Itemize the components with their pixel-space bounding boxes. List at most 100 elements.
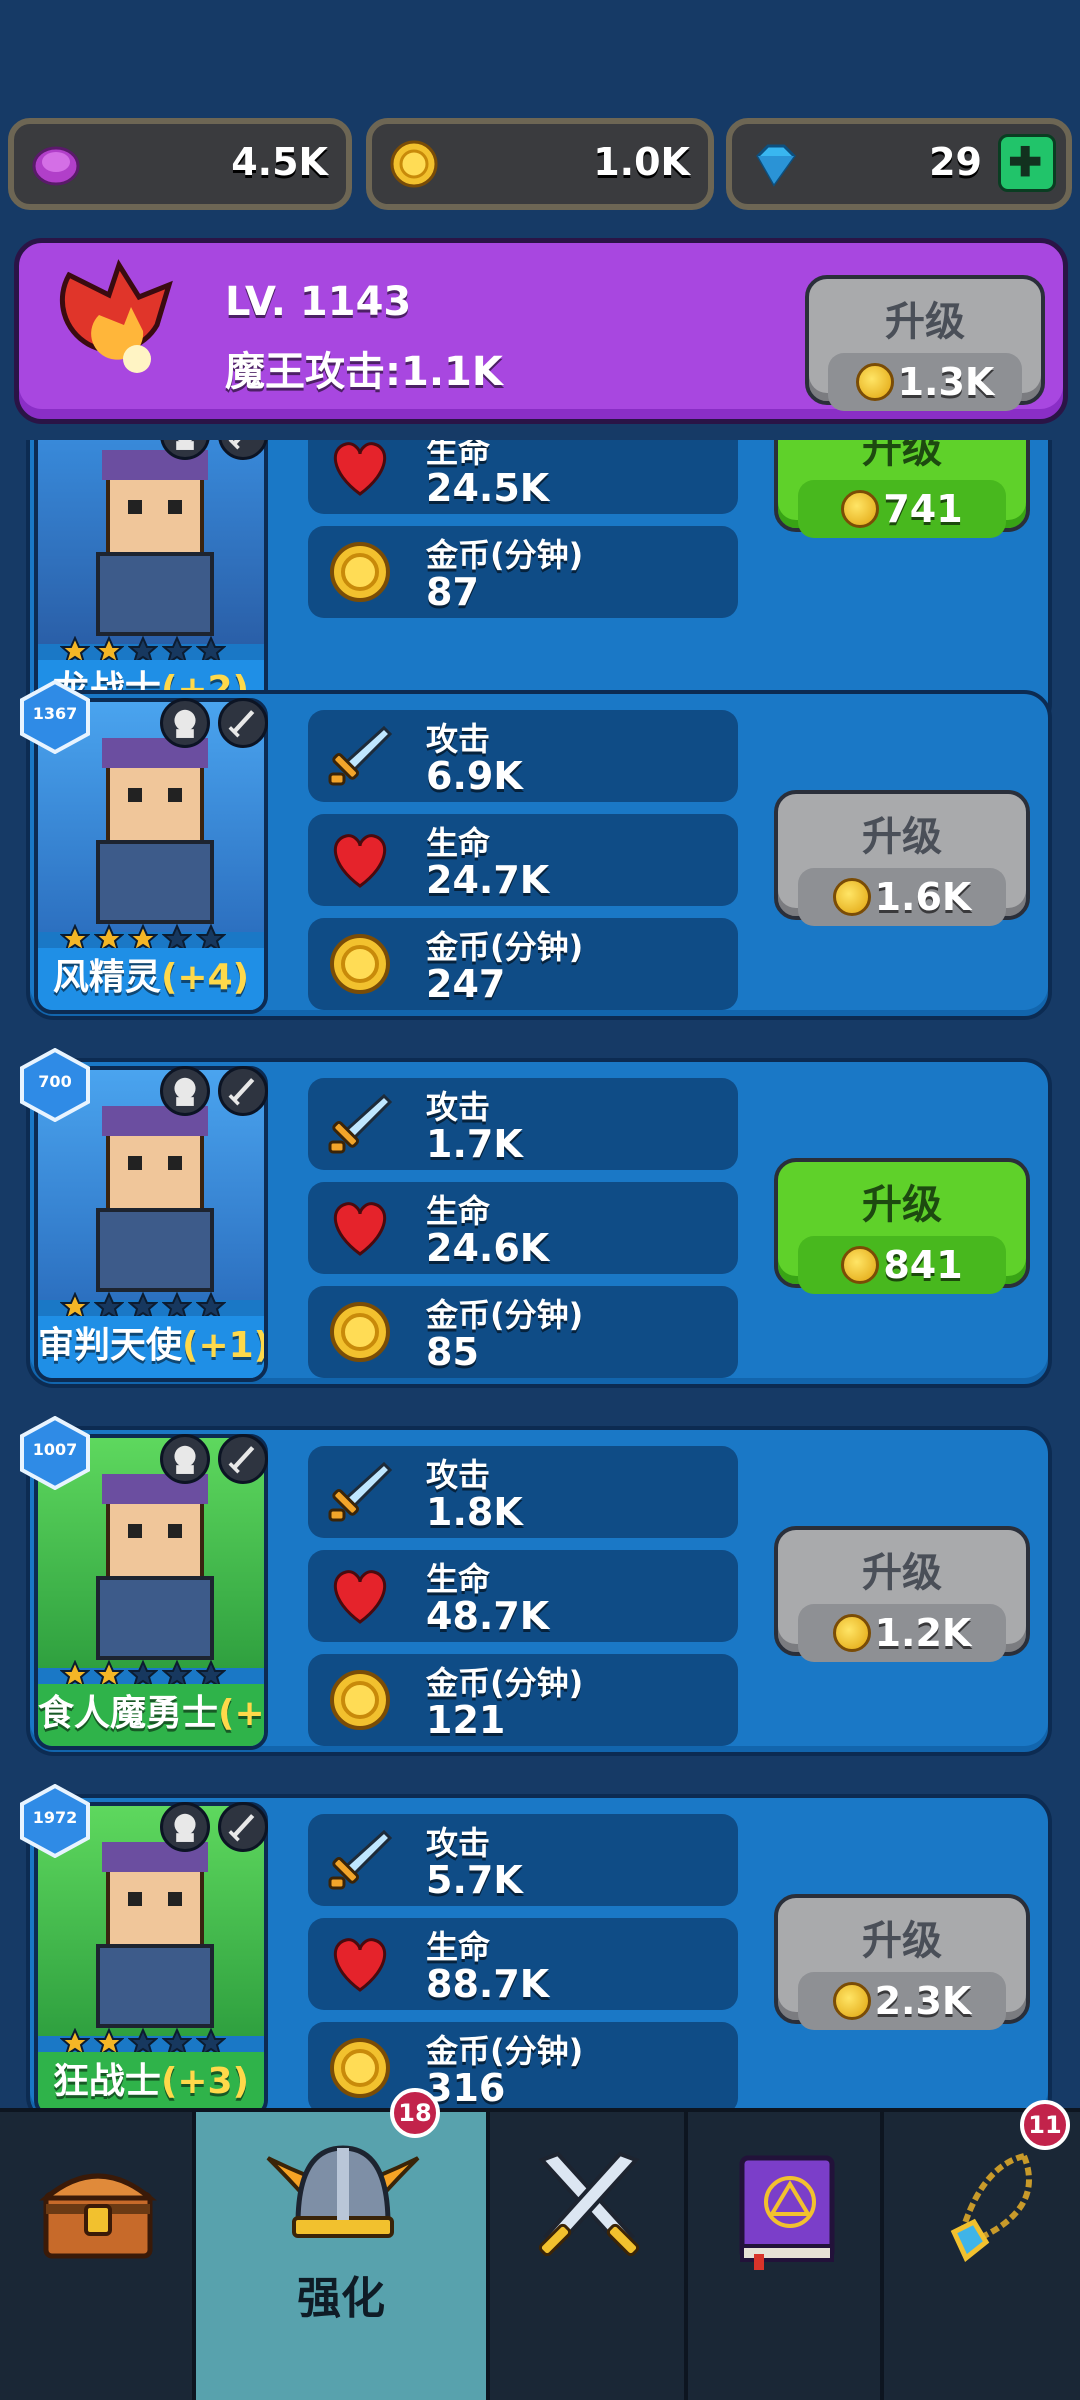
tab-upgrade-label: 强化 [297, 2273, 385, 2324]
boss-level: LV. 1143 [225, 279, 412, 325]
stat-value: 247 [426, 962, 506, 1006]
hero-weapon-icon[interactable] [218, 698, 268, 748]
upgrade-cost: 1.3K [897, 360, 995, 404]
boss-panel: LV. 1143 魔王攻击:1.1K 升级 1.3K [14, 238, 1068, 424]
heart-icon [333, 1938, 387, 1992]
gold-coin-icon [330, 2038, 390, 2098]
stat-gold: 金币(分钟) 316 [308, 2022, 738, 2110]
stat-value: 5.7K [426, 1858, 523, 1902]
stat-value: 24.5K [426, 466, 550, 510]
hero-name-text: 审判天使 [38, 1325, 183, 1366]
coin-icon [841, 1246, 880, 1284]
heart-icon [333, 834, 387, 888]
stat-value: 88.7K [426, 1962, 550, 2006]
stat-value: 1.7K [426, 1122, 523, 1166]
upgrade-label: 升级 [862, 1918, 942, 1964]
tab-upgrade[interactable]: 强化 18 [196, 2088, 490, 2400]
upgrade-label: 升级 [862, 814, 942, 860]
add-gem-button[interactable] [998, 134, 1056, 192]
hero-class-icon[interactable] [160, 698, 210, 748]
hero-class-icon[interactable] [160, 1434, 210, 1484]
hero-class-icon[interactable] [160, 1802, 210, 1852]
hero-level-badge: 700 [18, 1047, 92, 1123]
heart-icon [333, 1202, 387, 1256]
hero-card: 食人魔勇士(+1) 1007 攻击1.8K 生命48.7K 金币(分钟)121 升级 1.2… [20, 1415, 1052, 1756]
hero-name: 审判天使(+1) [38, 1316, 264, 1378]
gold-coin-icon [390, 140, 438, 188]
purple-orb-icon [32, 146, 80, 186]
stat-value: 48.7K [426, 1594, 550, 1638]
coin-icon [832, 878, 871, 916]
stat-value: 87 [426, 570, 479, 614]
crossed-swords-icon [538, 2151, 640, 2257]
boss-attack: 魔王攻击:1.1K [225, 349, 503, 395]
hero-weapon-icon[interactable] [218, 1434, 268, 1484]
gold-value: 1.0K [593, 140, 690, 184]
upgrade-label: 升级 [862, 1550, 942, 1596]
stat-value: 24.6K [426, 1226, 550, 1270]
hero-class-icon[interactable] [160, 1066, 210, 1116]
tab-chest[interactable] [0, 2112, 196, 2400]
stat-value: 6.9K [426, 754, 523, 798]
hero-card: 龙战士(+2)生命24.5K金币(分钟)87升级741 [26, 440, 1052, 732]
upgrade-cost: 2.3K [874, 1979, 972, 2023]
hero-upgrade-button[interactable]: 升级 741 [774, 440, 1030, 538]
gold-coin-icon [330, 1302, 390, 1362]
hero-name: 风精灵(+4) [38, 948, 264, 1010]
upgrade-notification-badge: 18 [390, 2088, 440, 2138]
hero-bonus: (+3) [160, 2061, 250, 2102]
gold-coin-icon [330, 934, 390, 994]
upgrade-label: 升级 [862, 440, 942, 472]
hero-name: 狂战士(+3) [38, 2052, 264, 2110]
stat-health: 生命 24.5K [308, 440, 738, 514]
hero-level: 1367 [32, 704, 78, 723]
stat-attack: 攻击 1.8K [308, 1446, 738, 1538]
hero-card: 审判天使(+1) 700 攻击 1.7K 生命 24.6K 金币(分钟) 85 升级 841 [20, 1047, 1052, 1388]
stat-value: 85 [426, 1330, 479, 1374]
gem-currency: 29 [726, 118, 1072, 210]
hero-upgrade-button[interactable]: 升级 841 [774, 1158, 1030, 1294]
hero-bonus: (+4) [160, 957, 250, 998]
stat-value: 121 [426, 1698, 506, 1742]
hero-upgrade-button[interactable]: 升级 1.6K [774, 790, 1030, 926]
heart-icon [333, 1570, 387, 1624]
orb-currency: 4.5K [8, 118, 352, 210]
hero-name: 食人魔勇士(+1) [38, 1684, 264, 1746]
gold-coin-icon [330, 542, 390, 602]
hero-bonus: (+1) [182, 1325, 268, 1366]
hero-level: 1007 [32, 1440, 78, 1459]
sword-icon [328, 1461, 393, 1522]
hero-figure [96, 450, 214, 636]
hero-name-text: 风精灵 [52, 957, 161, 998]
stat-health: 生命 88.7K [308, 1918, 738, 2010]
gold-coin-icon [330, 1670, 390, 1730]
tab-amulet[interactable]: 11 [884, 2100, 1080, 2400]
stat-attack: 攻击 1.7K [308, 1078, 738, 1170]
upgrade-cost: 1.2K [874, 1611, 972, 1655]
coin-icon [832, 1982, 871, 2020]
hero-level: 1972 [32, 1808, 78, 1827]
stat-health: 生命 24.6K [308, 1182, 738, 1274]
tab-spellbook[interactable] [688, 2112, 884, 2400]
fireball-icon [59, 259, 173, 373]
hero-level-badge: 1007 [18, 1415, 92, 1491]
coin-icon [841, 490, 880, 528]
stat-health: 生命 48.7K [308, 1550, 738, 1642]
hero-upgrade-button[interactable]: 升级 1.2K [774, 1526, 1030, 1662]
hero-list[interactable]: 龙战士(+2)生命24.5K金币(分钟)87升级741风精灵(+4)1367攻击… [0, 440, 1080, 2110]
hero-bonus: (+1) [218, 1693, 265, 1734]
stat-attack: 攻击 5.7K [308, 1814, 738, 1906]
boss-upgrade-button[interactable]: 升级 1.3K [805, 275, 1045, 411]
sword-icon [328, 725, 393, 786]
plus-icon [1009, 145, 1041, 177]
tab-battle[interactable] [490, 2112, 688, 2400]
hero-weapon-icon[interactable] [218, 1802, 268, 1852]
hero-weapon-icon[interactable] [218, 1066, 268, 1116]
coin-icon [855, 363, 894, 401]
hero-name-text: 狂战士 [52, 2061, 161, 2102]
stat-gold: 金币(分钟) 87 [308, 526, 738, 618]
gem-value: 29 [929, 140, 982, 184]
amulet-notification-badge: 11 [1020, 2100, 1070, 2150]
hero-upgrade-button[interactable]: 升级 2.3K [774, 1894, 1030, 2030]
upgrade-label: 升级 [862, 1182, 942, 1228]
